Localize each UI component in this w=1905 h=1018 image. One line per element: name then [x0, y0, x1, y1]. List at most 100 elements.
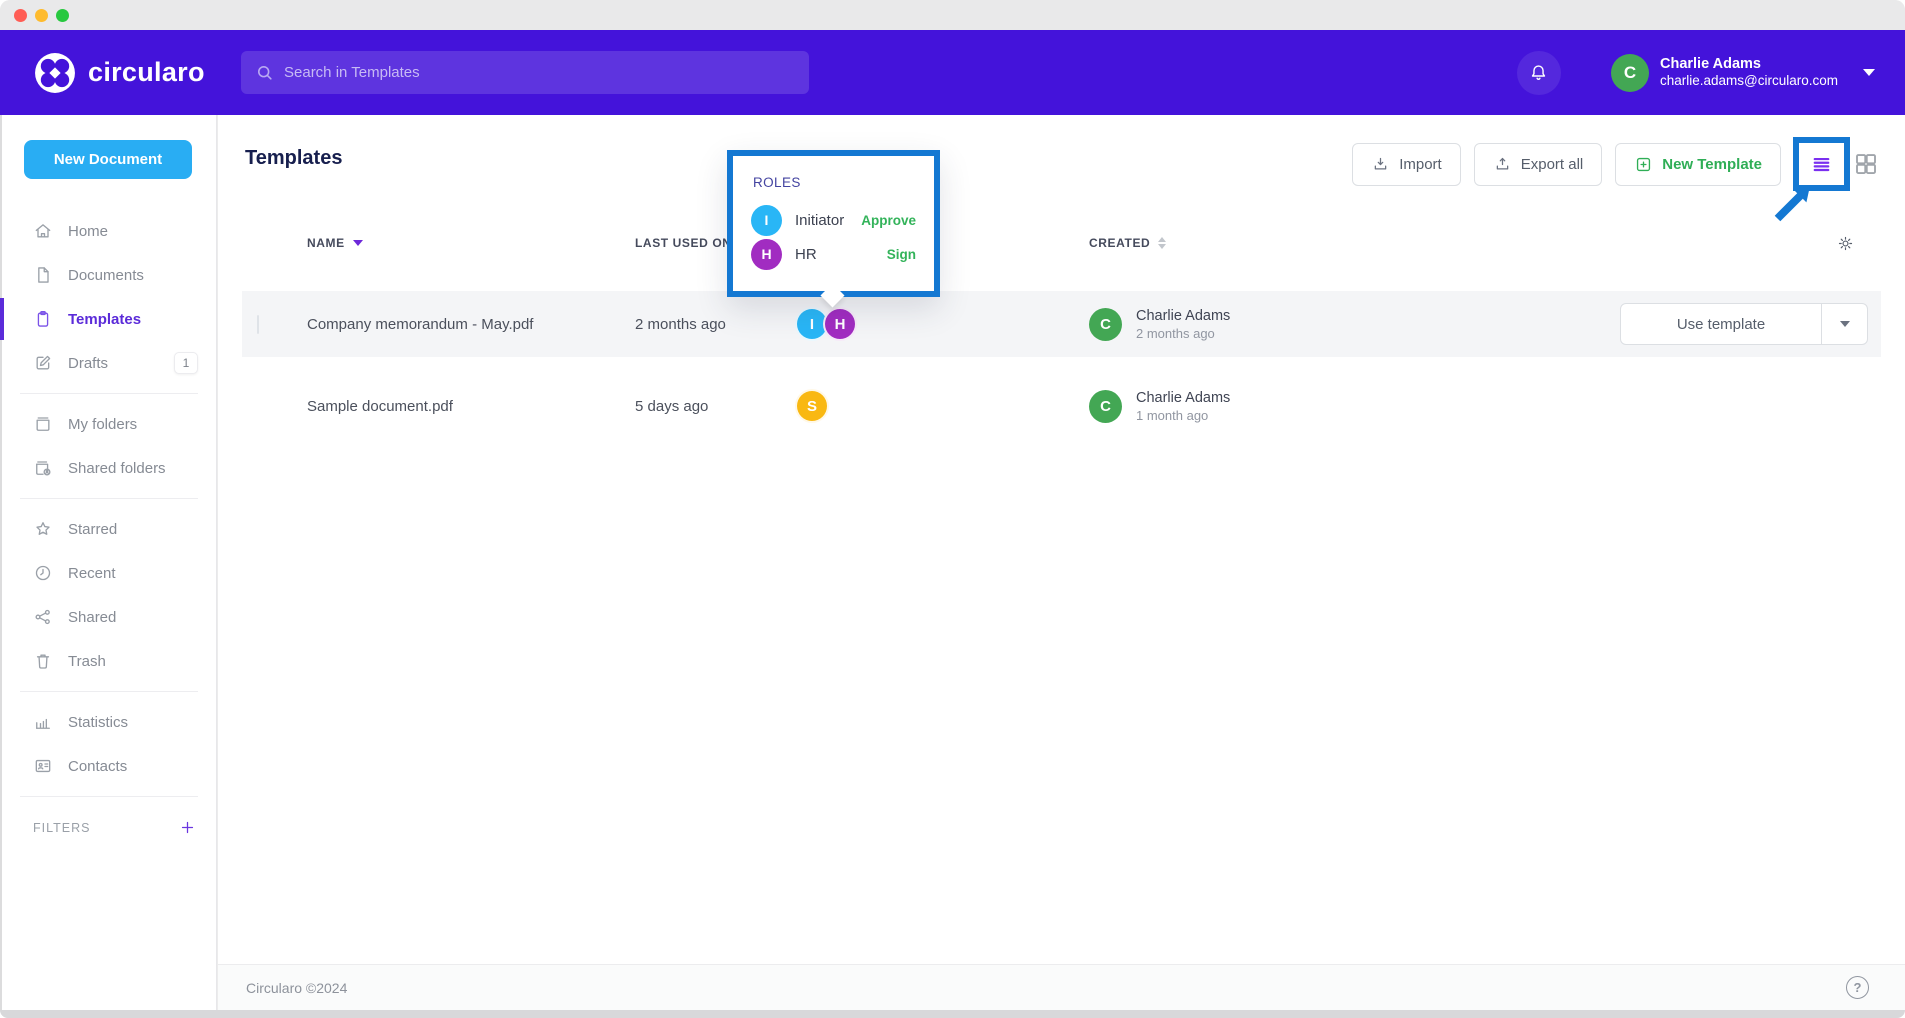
import-button[interactable]: Import — [1352, 143, 1461, 186]
app-window: circularo C Charlie Adams charlie.adams@… — [0, 0, 1905, 1018]
appbar-right: C Charlie Adams charlie.adams@circularo.… — [1517, 30, 1875, 115]
use-template-button[interactable]: Use template — [1621, 304, 1821, 344]
gear-icon[interactable] — [1836, 234, 1855, 253]
last-used-value: 2 months ago — [635, 316, 795, 333]
role-name: Initiator — [795, 212, 844, 229]
sidebar-item-label: Contacts — [68, 758, 127, 775]
creator-cell: C Charlie Adams 1 month ago — [1089, 389, 1619, 423]
bar-chart-icon — [33, 712, 53, 732]
bell-icon — [1528, 62, 1549, 83]
import-icon — [1371, 155, 1390, 174]
window-bottom-edge — [0, 1010, 1905, 1018]
sidebar-item-templates[interactable]: Templates — [2, 297, 216, 341]
brand-logo[interactable]: circularo — [34, 30, 205, 115]
sidebar-divider — [20, 498, 198, 499]
sidebar-item-home[interactable]: Home — [2, 209, 216, 253]
sidebar-item-shared-folders[interactable]: Shared folders — [2, 446, 216, 490]
creator-name: Charlie Adams — [1136, 389, 1230, 408]
user-email: charlie.adams@circularo.com — [1660, 73, 1838, 90]
use-template-dropdown-button[interactable] — [1821, 304, 1867, 344]
use-template-split-button: Use template — [1620, 303, 1868, 345]
notifications-button[interactable] — [1517, 51, 1561, 95]
drafts-count-badge: 1 — [174, 352, 198, 374]
export-all-button[interactable]: Export all — [1474, 143, 1603, 186]
edit-icon — [33, 353, 53, 373]
sidebar-item-shared[interactable]: Shared — [2, 595, 216, 639]
new-document-button[interactable]: New Document — [24, 140, 192, 179]
minimize-window-button[interactable] — [35, 9, 48, 22]
sidebar: New Document Home Documents Templates — [0, 115, 217, 1010]
grid-view-button[interactable] — [1851, 149, 1881, 179]
sidebar-item-documents[interactable]: Documents — [2, 253, 216, 297]
export-all-button-label: Export all — [1521, 156, 1584, 173]
chevron-down-icon — [1840, 321, 1850, 327]
creator-name: Charlie Adams — [1136, 307, 1230, 326]
user-menu[interactable]: C Charlie Adams charlie.adams@circularo.… — [1611, 54, 1875, 92]
column-header-name[interactable]: NAME — [307, 236, 635, 250]
plus-square-icon — [1634, 155, 1653, 174]
last-used-value: 5 days ago — [635, 398, 795, 415]
creator-when: 2 months ago — [1136, 326, 1230, 341]
creator-avatar: C — [1089, 390, 1122, 423]
roles-popup-item: H HR Sign — [751, 237, 916, 271]
sidebar-item-starred[interactable]: Starred — [2, 507, 216, 551]
sidebar-item-label: Drafts — [68, 355, 108, 372]
search-bar[interactable] — [241, 51, 809, 94]
add-filter-button[interactable] — [179, 819, 196, 836]
sidebar-item-label: Statistics — [68, 714, 128, 731]
brand-name: circularo — [88, 57, 205, 88]
home-icon — [33, 221, 53, 241]
trash-icon — [33, 651, 53, 671]
column-header-label: CREATED — [1089, 236, 1150, 250]
page-title: Templates — [245, 147, 342, 170]
role-avatar-hr[interactable]: H — [823, 307, 857, 341]
new-template-button[interactable]: New Template — [1615, 143, 1781, 186]
document-icon — [33, 265, 53, 285]
cursor-arrow-annotation — [1768, 180, 1816, 236]
role-avatar[interactable]: S — [795, 389, 829, 423]
sidebar-item-label: My folders — [68, 416, 137, 433]
sidebar-item-contacts[interactable]: Contacts — [2, 744, 216, 788]
import-button-label: Import — [1399, 156, 1442, 173]
role-avatar-hr: H — [751, 239, 782, 270]
user-name: Charlie Adams — [1660, 55, 1838, 73]
search-input[interactable] — [284, 64, 795, 81]
role-avatars: I H — [795, 307, 1089, 341]
sidebar-item-label: Home — [68, 223, 108, 240]
star-icon — [33, 519, 53, 539]
circularo-logo-icon — [34, 52, 76, 94]
chevron-down-icon — [1863, 69, 1875, 76]
grid-view-icon — [1851, 149, 1881, 179]
roles-popup-title: ROLES — [753, 175, 916, 190]
table-row[interactable]: Company memorandum - May.pdf 2 months ag… — [242, 291, 1881, 357]
footer: Circularo ©2024 ? — [218, 964, 1905, 1010]
sidebar-item-label: Templates — [68, 311, 141, 328]
table-settings — [1619, 234, 1881, 253]
shared-folder-icon — [33, 458, 53, 478]
roles-popup-item: I Initiator Approve — [751, 203, 916, 237]
help-button[interactable]: ? — [1846, 976, 1869, 999]
role-avatars: S — [795, 389, 1089, 423]
sort-desc-icon — [353, 240, 363, 246]
role-action: Sign — [887, 247, 916, 262]
sidebar-item-trash[interactable]: Trash — [2, 639, 216, 683]
column-header-created[interactable]: CREATED — [1089, 236, 1619, 250]
sidebar-item-label: Starred — [68, 521, 117, 538]
sidebar-item-my-folders[interactable]: My folders — [2, 402, 216, 446]
sidebar-divider — [20, 796, 198, 797]
close-window-button[interactable] — [14, 9, 27, 22]
user-avatar: C — [1611, 54, 1649, 92]
sidebar-item-statistics[interactable]: Statistics — [2, 700, 216, 744]
role-name: HR — [795, 246, 817, 263]
sidebar-item-recent[interactable]: Recent — [2, 551, 216, 595]
templates-table: NAME LAST USED ON CREATED — [242, 223, 1881, 439]
appbar: circularo C Charlie Adams charlie.adams@… — [0, 30, 1905, 115]
clock-icon — [33, 563, 53, 583]
table-row[interactable]: Sample document.pdf 5 days ago S C Charl… — [242, 373, 1881, 439]
role-action: Approve — [861, 213, 916, 228]
table-header-row: NAME LAST USED ON CREATED — [242, 223, 1881, 263]
row-checkbox[interactable] — [257, 315, 259, 334]
maximize-window-button[interactable] — [56, 9, 69, 22]
sidebar-divider — [20, 393, 198, 394]
sidebar-item-drafts[interactable]: Drafts 1 — [2, 341, 216, 385]
